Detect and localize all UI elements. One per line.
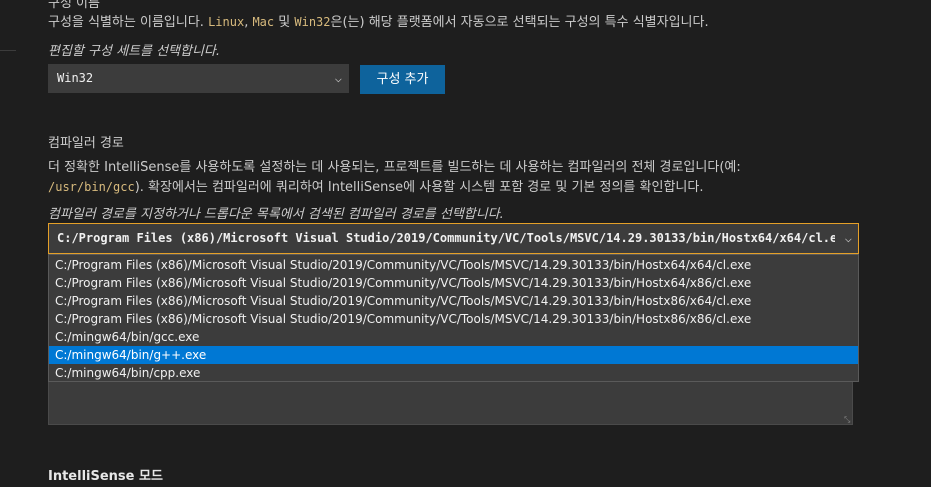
dropdown-option[interactable]: C:/mingw64/bin/cpp.exe	[49, 364, 858, 382]
dropdown-option[interactable]: C:/Program Files (x86)/Microsoft Visual …	[49, 274, 858, 292]
dropdown-option[interactable]: C:/Program Files (x86)/Microsoft Visual …	[49, 292, 858, 310]
config-select-value: Win32	[57, 71, 94, 85]
code-usr-bin-gcc: /usr/bin/gcc	[48, 180, 135, 194]
compiler-path-heading: 컴파일러 경로	[48, 136, 124, 151]
resize-grip-icon[interactable]: ⤡	[844, 416, 851, 424]
dropdown-option-selected[interactable]: C:/mingw64/bin/g++.exe	[49, 346, 858, 364]
config-name-heading: 구성 이름	[48, 0, 100, 11]
intellisense-mode-heading: IntelliSense 모드	[48, 469, 163, 484]
code-win32: Win32	[294, 15, 331, 29]
add-configuration-button[interactable]: 구성 추가	[360, 65, 445, 94]
chevron-down-icon: ⌵	[844, 231, 852, 245]
desc-line2-text: ). 확장에서는 컴파일러에 쿼리하여 IntelliSense에 사용할 시스…	[134, 180, 704, 195]
code-linux: Linux	[208, 15, 245, 29]
chevron-down-icon: ⌵	[334, 71, 342, 85]
compiler-path-select-value: C:/Program Files (x86)/Microsoft Visual …	[57, 231, 835, 245]
compiler-path-description-line2: /usr/bin/gcc). 확장에서는 컴파일러에 쿼리하여 IntelliS…	[48, 176, 703, 195]
desc-and: 및	[274, 15, 295, 30]
desc-text-post: 은(는) 해당 플랫폼에서 자동으로 선택되는 구성의 특수 식별자입니다.	[330, 15, 709, 30]
compiler-path-dropdown-list: C:/Program Files (x86)/Microsoft Visual …	[48, 254, 859, 382]
left-divider	[0, 50, 16, 51]
compiler-path-description-line1: 더 정확한 IntelliSense를 사용하도록 설정하는 데 사용되는, 프…	[48, 160, 741, 175]
compiler-path-hint: 컴파일러 경로를 지정하거나 드롭다운 목록에서 검색된 컴파일러 경로를 선택…	[48, 207, 504, 222]
config-name-description: 구성을 식별하는 이름입니다. Linux, Mac 및 Win32은(는) 해…	[48, 11, 709, 30]
dropdown-option[interactable]: C:/Program Files (x86)/Microsoft Visual …	[49, 310, 858, 328]
config-select-hint: 편집할 구성 세트를 선택합니다.	[48, 44, 221, 59]
config-select[interactable]: Win32 ⌵	[48, 64, 349, 93]
dropdown-option[interactable]: C:/Program Files (x86)/Microsoft Visual …	[49, 256, 858, 274]
code-mac: Mac	[252, 15, 275, 29]
compiler-args-textarea[interactable]: ⤡	[48, 382, 853, 425]
desc-text-pre: 구성을 식별하는 이름입니다.	[48, 15, 209, 30]
dropdown-option[interactable]: C:/mingw64/bin/gcc.exe	[49, 328, 858, 346]
compiler-path-select[interactable]: C:/Program Files (x86)/Microsoft Visual …	[48, 223, 859, 254]
